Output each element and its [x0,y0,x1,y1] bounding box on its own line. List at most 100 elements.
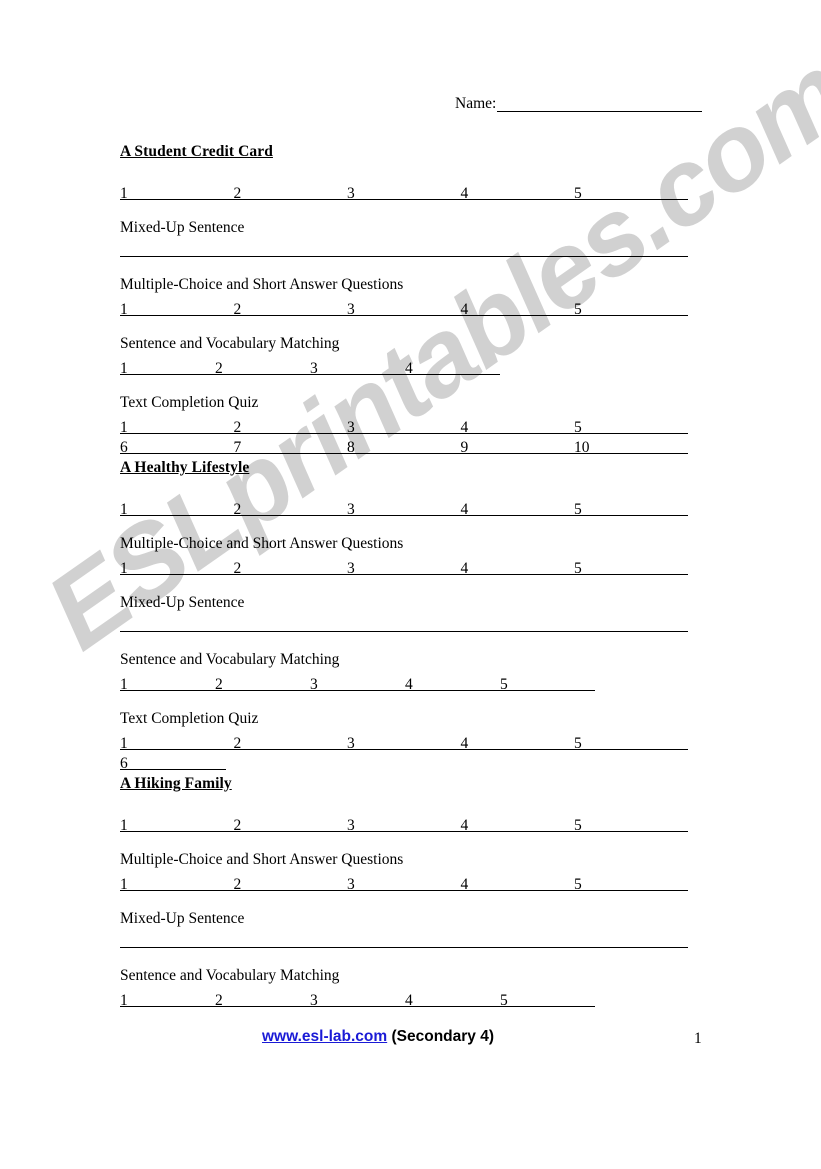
answer-blank[interactable]: 7 [233,437,347,455]
answer-blank[interactable]: 2 [233,299,347,317]
numbered-answer-row: 1 2 3 4 5 [120,730,688,752]
answer-blank[interactable]: 8 [347,437,461,455]
answer-blank[interactable]: 3 [310,358,405,377]
answer-number: 5 [574,734,582,752]
answer-number: 4 [460,875,469,893]
exercise-block: Text Completion Quiz 1 2 3 4 5 6 7 8 9 10 [120,393,688,456]
answer-blank[interactable]: 9 [460,437,574,456]
answer-number: 3 [310,359,318,377]
answer-blank[interactable]: 5 [574,874,688,893]
answer-number: 5 [574,300,582,318]
answer-blank[interactable]: 4 [460,499,574,519]
answer-number: 5 [574,185,582,203]
answer-blank[interactable]: 1 [120,815,234,833]
answer-blank[interactable]: 2 [233,499,347,517]
answer-blank[interactable]: 5 [574,733,688,752]
answer-blank[interactable]: 3 [347,733,461,751]
answer-blank[interactable]: 3 [347,417,461,435]
answer-number: 3 [347,559,355,577]
answer-blank[interactable]: 5 [574,499,688,517]
answer-blank[interactable]: 1 [120,733,234,751]
numbered-answer-row: 6 [120,750,688,771]
answer-blank[interactable]: 3 [347,815,461,833]
answer-number: 2 [233,875,242,893]
answer-blank[interactable]: 2 [233,183,347,201]
answer-number: 4 [460,300,469,318]
exercise-block: 1 2 3 4 5 [120,496,688,519]
exercise-block: 1 2 3 4 5 [120,812,688,835]
answer-number: 5 [574,875,582,893]
answer-blank[interactable]: 4 [460,183,574,203]
answer-blank[interactable]: 1 [120,674,215,692]
answer-number: 4 [460,185,469,203]
answer-blank[interactable]: 2 [233,874,347,893]
exercise-block: Mixed-Up Sentence [120,909,688,948]
answer-blank[interactable]: 5 [574,558,688,576]
answer-blank[interactable]: 4 [460,299,574,318]
answer-blank[interactable]: 1 [120,990,215,1008]
answer-blank[interactable]: 3 [347,874,461,893]
answer-blank[interactable]: 4 [460,417,574,435]
answer-blank[interactable]: 1 [120,558,234,576]
name-field-row: Name: [455,95,703,112]
footer-suffix: (Secondary 4) [387,1028,494,1045]
answer-number: 4 [460,559,469,577]
answer-blank[interactable]: 5 [574,299,688,318]
answer-blank[interactable]: 5 [574,417,688,435]
answer-blank[interactable]: 2 [233,733,347,752]
answer-blank[interactable]: 1 [120,358,215,376]
answer-number: 9 [460,438,469,456]
answer-blank[interactable]: 6 [120,753,226,771]
answer-blank[interactable]: 2 [233,815,347,833]
answer-blank[interactable]: 5 [574,183,688,203]
answer-number: 4 [460,817,469,835]
answer-number: 2 [233,418,242,436]
answer-blank[interactable]: 1 [120,874,234,892]
exercise-label: Multiple-Choice and Short Answer Questio… [120,275,404,293]
answer-blank[interactable]: 2 [215,674,310,692]
answer-blank[interactable]: 2 [215,358,310,376]
exercise-label: Mixed-Up Sentence [120,909,245,927]
answer-blank[interactable]: 1 [120,183,234,203]
answer-number: 3 [347,875,355,893]
answer-blank[interactable]: 2 [233,417,347,436]
answer-blank[interactable]: 4 [460,874,574,893]
answer-number: 1 [120,501,128,519]
answer-blank[interactable]: 1 [120,417,234,435]
answer-rule[interactable] [120,630,688,632]
answer-blank[interactable]: 2 [233,558,347,576]
answer-blank[interactable]: 4 [405,358,500,376]
name-label: Name: [455,95,497,112]
answer-number: 1 [120,185,128,203]
answer-rule[interactable] [120,255,688,257]
numbered-answer-row: 1 2 3 4 5 [120,671,688,692]
esl-lab-link[interactable]: www.esl-lab.com [262,1028,387,1045]
answer-blank[interactable]: 3 [347,183,461,201]
answer-blank[interactable]: 4 [405,674,500,692]
answer-blank[interactable]: 4 [460,558,574,577]
answer-blank[interactable]: 1 [120,299,234,317]
answer-number: 3 [347,300,355,318]
answer-blank[interactable]: 3 [347,558,461,577]
answer-number: 4 [460,501,469,519]
answer-blank[interactable]: 4 [460,733,574,751]
answer-number: 2 [233,734,242,752]
answer-blank[interactable]: 1 [120,499,234,519]
answer-blank[interactable]: 3 [310,990,405,1008]
answer-rule[interactable] [120,946,688,948]
answer-blank[interactable]: 5 [500,674,595,692]
answer-blank[interactable]: 4 [405,990,500,1008]
name-blank-line[interactable] [497,97,703,112]
answer-blank[interactable]: 3 [310,674,405,692]
answer-blank[interactable]: 5 [500,990,595,1008]
worksheet-page: ESLprintables.com Name: A Student Credit… [0,0,821,1169]
answer-blank[interactable]: 5 [574,815,688,833]
answer-blank[interactable]: 3 [347,299,461,318]
exercise-label: Text Completion Quiz [120,393,259,411]
numbered-answer-row: 1 2 3 4 5 [120,871,688,893]
answer-blank[interactable]: 6 [120,437,234,455]
answer-blank[interactable]: 3 [347,499,461,517]
answer-blank[interactable]: 4 [460,815,574,835]
answer-blank[interactable]: 10 [574,437,688,455]
answer-blank[interactable]: 2 [215,990,310,1008]
